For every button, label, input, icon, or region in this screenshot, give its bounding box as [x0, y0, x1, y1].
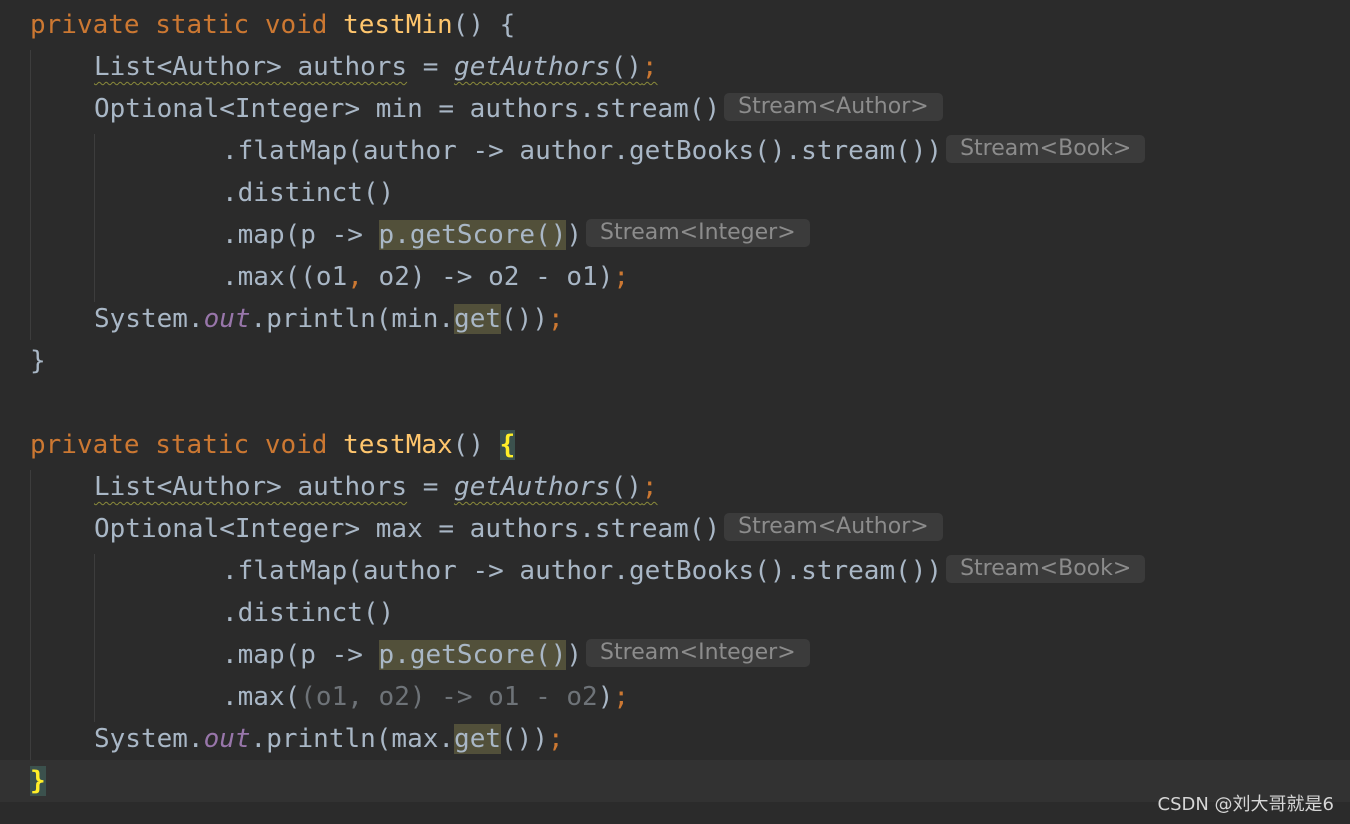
code-text: Optional<Integer>	[94, 94, 361, 124]
code-line[interactable]: .map(p -> p.getScore()) Stream<Integer>	[0, 214, 1350, 256]
usage-highlight: get	[454, 724, 502, 754]
code-text: .flatMap(author -> author.getBooks().str…	[222, 556, 943, 586]
semicolon: ;	[641, 472, 658, 502]
code-text: Optional<Integer>	[94, 514, 361, 544]
type-inlay-hint: Stream<Author>	[724, 93, 943, 121]
close-brace: }	[30, 346, 46, 376]
method-name[interactable]: testMin	[343, 10, 453, 40]
code-text: )	[597, 682, 614, 712]
keyword-static: static	[155, 10, 250, 40]
call-parens: ()	[610, 472, 642, 502]
variable-declaration-warning[interactable]: List<Author> authors	[94, 52, 407, 82]
code-text: max = authors.stream()	[360, 514, 721, 544]
type-inlay-hint: Stream<Author>	[724, 513, 943, 541]
code-text: )	[566, 220, 583, 250]
code-line[interactable]: .flatMap(author -> author.getBooks().str…	[0, 130, 1350, 172]
code-line[interactable]: List<Author> authors = getAuthors();	[0, 466, 1350, 508]
code-line[interactable]: Optional<Integer> max = authors.stream()…	[0, 508, 1350, 550]
type-inlay-hint: Stream<Integer>	[586, 639, 810, 667]
code-line-current[interactable]: }	[0, 760, 1350, 802]
keyword-void: void	[264, 10, 328, 40]
dimmed-lambda[interactable]: (o1, o2) -> o1 - o2	[300, 682, 597, 712]
type-inlay-hint: Stream<Book>	[946, 135, 1146, 163]
keyword-private: private	[30, 430, 140, 460]
open-brace-matched: {	[499, 430, 516, 460]
code-text: .max((o1	[222, 262, 348, 292]
method-parens: ()	[452, 10, 484, 40]
code-line[interactable]: .max((o1, o2) -> o2 - o1);	[0, 256, 1350, 298]
usage-highlight: p.getScore()	[378, 220, 567, 250]
code-line[interactable]: List<Author> authors = getAuthors();	[0, 46, 1350, 88]
assign-operator: =	[407, 472, 455, 502]
semicolon: ;	[641, 52, 658, 82]
code-text: .distinct()	[222, 598, 395, 628]
keyword-void: void	[264, 430, 328, 460]
code-text: ())	[501, 724, 548, 754]
code-line[interactable]: .map(p -> p.getScore()) Stream<Integer>	[0, 634, 1350, 676]
code-text: .println(min.	[250, 304, 455, 334]
code-line[interactable]: Optional<Integer> min = authors.stream()…	[0, 88, 1350, 130]
code-text: System.	[94, 304, 204, 334]
code-line-method-declaration[interactable]: private static void testMax() {	[0, 424, 1350, 466]
semicolon: ;	[547, 304, 564, 334]
type-inlay-hint: Stream<Integer>	[586, 219, 810, 247]
keyword-static: static	[155, 430, 250, 460]
code-text: System.	[94, 724, 204, 754]
code-text: .distinct()	[222, 178, 395, 208]
assign-operator: =	[407, 52, 455, 82]
code-line[interactable]: System.out.println(min.get());	[0, 298, 1350, 340]
static-method-call[interactable]: getAuthors	[454, 472, 611, 502]
open-brace: {	[499, 10, 516, 40]
usage-highlight: p.getScore()	[378, 640, 567, 670]
method-parens: ()	[452, 430, 484, 460]
code-text: .max(	[222, 682, 301, 712]
code-text: )	[566, 640, 583, 670]
static-field-out[interactable]: out	[204, 724, 251, 754]
semicolon: ;	[613, 682, 630, 712]
code-line[interactable]: .flatMap(author -> author.getBooks().str…	[0, 550, 1350, 592]
close-brace-matched: }	[30, 766, 46, 796]
call-parens: ()	[610, 52, 642, 82]
code-text: o2) -> o2 - o1)	[362, 262, 614, 292]
keyword-private: private	[30, 10, 140, 40]
semicolon: ;	[547, 724, 564, 754]
code-line[interactable]: }	[0, 340, 1350, 382]
code-text: .map(p ->	[222, 640, 379, 670]
watermark: CSDN @刘大哥就是6	[1157, 794, 1335, 815]
code-text: .println(max.	[250, 724, 455, 754]
static-method-call[interactable]: getAuthors	[454, 52, 611, 82]
type-inlay-hint: Stream<Book>	[946, 555, 1146, 583]
code-line[interactable]: System.out.println(max.get());	[0, 718, 1350, 760]
code-text: min = authors.stream()	[360, 94, 721, 124]
code-line[interactable]: .distinct()	[0, 592, 1350, 634]
code-line[interactable]: .max((o1, o2) -> o1 - o2);	[0, 676, 1350, 718]
variable-declaration-warning[interactable]: List<Author> authors	[94, 472, 407, 502]
code-text: .flatMap(author -> author.getBooks().str…	[222, 136, 943, 166]
code-line[interactable]: .distinct()	[0, 172, 1350, 214]
code-line-method-declaration[interactable]: private static void testMin() {	[0, 4, 1350, 46]
code-text: .map(p ->	[222, 220, 379, 250]
method-name[interactable]: testMax	[343, 430, 453, 460]
semicolon: ;	[613, 262, 629, 292]
code-editor[interactable]: private static void testMin() { List<Aut…	[0, 0, 1350, 824]
static-field-out[interactable]: out	[204, 304, 251, 334]
comma: ,	[347, 262, 363, 292]
code-text: ())	[501, 304, 548, 334]
usage-highlight: get	[454, 304, 502, 334]
